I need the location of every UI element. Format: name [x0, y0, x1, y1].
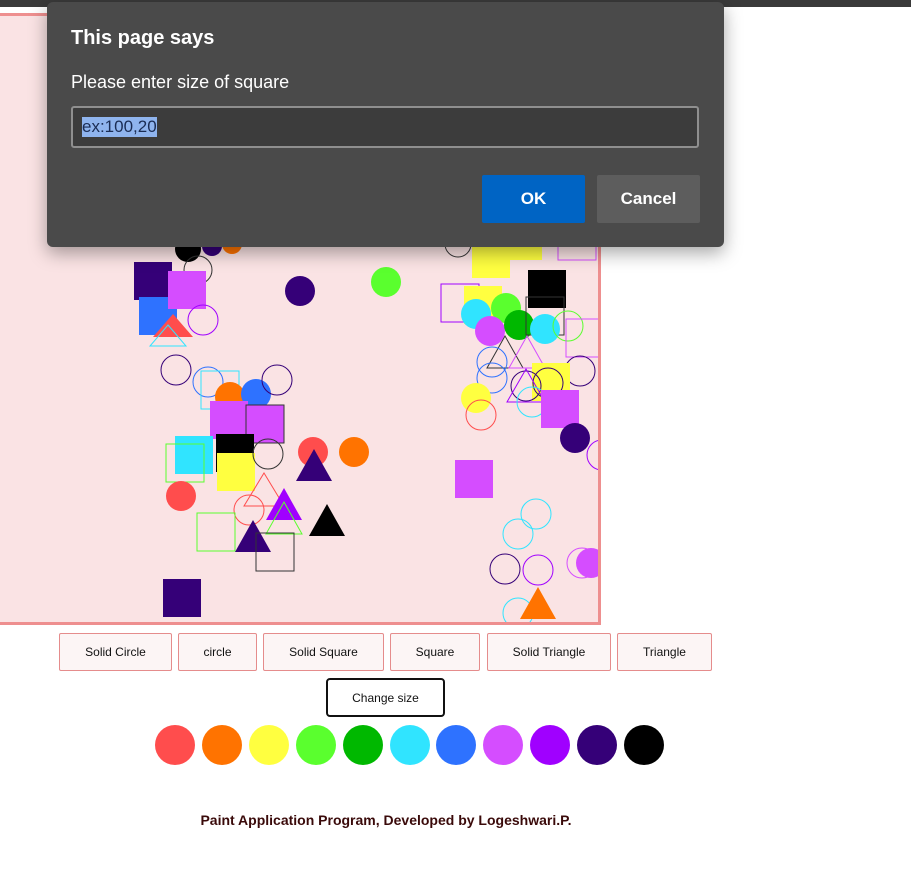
- color-swatch-red[interactable]: [155, 725, 195, 765]
- solid-triangle-shape: [235, 520, 271, 552]
- solid-square-shape: [217, 453, 255, 491]
- circle-shape: [233, 494, 265, 526]
- solid-triangle-shape: [520, 587, 556, 619]
- square-shape: [196, 512, 236, 552]
- color-swatch-cyan[interactable]: [390, 725, 430, 765]
- color-swatch-orange[interactable]: [202, 725, 242, 765]
- solid-circle-shape: [475, 316, 505, 346]
- solid-circle-shape: [560, 423, 590, 453]
- circle-shape: [160, 354, 192, 386]
- circle-button[interactable]: circle: [178, 633, 257, 671]
- circle-shape: [187, 304, 219, 336]
- color-swatch-light-green[interactable]: [296, 725, 336, 765]
- solid-square-shape: [455, 460, 493, 498]
- color-swatch-black[interactable]: [624, 725, 664, 765]
- solid-triangle-shape: [266, 488, 302, 520]
- solid-square-shape: [168, 271, 206, 309]
- color-swatch-indigo[interactable]: [577, 725, 617, 765]
- footer-credit: Paint Application Program, Developed by …: [200, 812, 572, 828]
- color-swatch-pink[interactable]: [483, 725, 523, 765]
- square-shape: [565, 318, 598, 358]
- triangle-button[interactable]: Triangle: [617, 633, 712, 671]
- solid-triangle-shape: [309, 504, 345, 536]
- solid-circle-shape: [371, 267, 401, 297]
- size-input[interactable]: [71, 106, 699, 148]
- solid-circle-shape: [285, 276, 315, 306]
- ok-button[interactable]: OK: [482, 175, 585, 223]
- color-swatch-blue[interactable]: [436, 725, 476, 765]
- solid-circle-shape: [576, 548, 598, 578]
- solid-square-shape: [210, 401, 248, 439]
- circle-shape: [522, 554, 554, 586]
- circle-shape: [586, 440, 598, 470]
- dialog-message: Please enter size of square: [71, 72, 290, 92]
- circle-shape: [502, 518, 534, 550]
- solid-circle-shape: [461, 383, 491, 413]
- solid-square-shape: [163, 579, 201, 617]
- dialog-title: This page says: [71, 27, 215, 49]
- color-swatch-green[interactable]: [343, 725, 383, 765]
- solid-square-button[interactable]: Solid Square: [263, 633, 384, 671]
- solid-square-shape: [175, 436, 213, 474]
- circle-shape: [476, 346, 508, 378]
- solid-circle-button[interactable]: Solid Circle: [59, 633, 172, 671]
- solid-circle-shape: [339, 437, 369, 467]
- circle-shape: [261, 364, 293, 396]
- solid-square-shape: [541, 390, 579, 428]
- color-swatch-yellow[interactable]: [249, 725, 289, 765]
- cancel-button[interactable]: Cancel: [597, 175, 700, 223]
- solid-square-shape: [134, 262, 172, 300]
- circle-shape: [520, 498, 552, 530]
- circle-shape: [489, 553, 521, 585]
- solid-circle-shape: [166, 481, 196, 511]
- square-button[interactable]: Square: [390, 633, 480, 671]
- solid-triangle-button[interactable]: Solid Triangle: [487, 633, 611, 671]
- prompt-dialog: This page says Please enter size of squa…: [47, 2, 724, 247]
- color-swatch-purple[interactable]: [530, 725, 570, 765]
- change-size-button[interactable]: Change size: [326, 678, 445, 717]
- solid-square-shape: [528, 270, 566, 308]
